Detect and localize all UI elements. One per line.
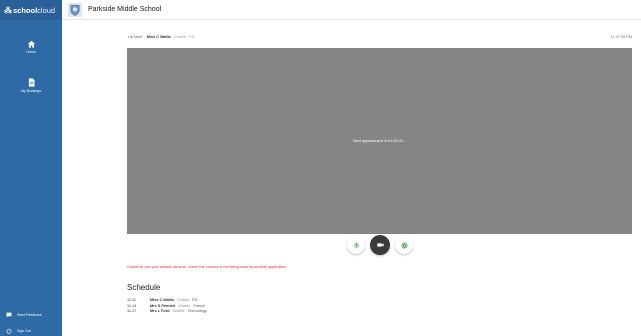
up-next-label: Up Next: <box>128 35 143 39</box>
schedule-subject: P.E. <box>192 298 199 302</box>
app-root: ⁂ school cloud Home My Bookings Send Feed… <box>0 0 641 336</box>
power-icon <box>6 328 12 334</box>
up-next-teacher: Miss C Wallis <box>146 35 171 39</box>
sign-out-label: Sign Out <box>17 329 31 333</box>
camera-icon <box>376 243 384 247</box>
meeting-info-bar: Up Next: Miss C Wallis Charlie P.E. 11:07:3… <box>128 35 632 43</box>
brand-logo[interactable]: ⁂ school cloud <box>0 0 62 20</box>
schedule-time: 11:17 <box>127 309 137 313</box>
schedule-row: 11:17 Mrs L Ford Charlie Technology <box>127 309 207 315</box>
brand-main: school <box>13 5 38 15</box>
call-controls <box>0 235 641 256</box>
settings-button[interactable] <box>395 236 413 254</box>
schedule-heading: Schedule <box>127 283 161 292</box>
sidebar-item-bookings[interactable]: My Bookings <box>0 78 62 93</box>
top-header: Parkside Middle School <box>62 0 641 20</box>
document-icon <box>28 78 34 87</box>
sidebar-item-label: My Bookings <box>20 89 42 93</box>
sidebar-item-home[interactable]: Home <box>0 40 62 54</box>
up-next-role: Charlie <box>173 35 186 39</box>
microphone-button[interactable] <box>347 236 365 254</box>
schedule-role: Charlie <box>177 298 190 302</box>
sign-out-button[interactable]: Sign Out <box>0 328 62 334</box>
gear-icon <box>400 241 408 249</box>
schedule-teacher: Mrs L Ford <box>150 309 170 313</box>
home-icon <box>27 40 35 48</box>
schedule-role: Charlie <box>178 303 191 308</box>
schedule-list: 11:11 Miss C Wallis Charlie P.E. 11:14 Mrs S… <box>127 298 207 315</box>
school-name: Parkside Middle School <box>88 6 162 13</box>
schedule-role: Charlie <box>172 309 185 313</box>
schedule-subject: Technology <box>187 309 207 313</box>
feedback-icon <box>6 312 12 318</box>
camera-button[interactable] <box>370 235 390 255</box>
brand-sub: cloud <box>37 5 56 15</box>
schedule-teacher: Miss C Wallis <box>150 298 175 302</box>
send-feedback-button[interactable]: Send Feedback <box>0 312 62 318</box>
schedule-subject: French <box>193 303 206 308</box>
camera-error-message: Unable to use your default camera - chec… <box>127 265 287 269</box>
schedule-teacher: Mrs S Penrich <box>150 303 176 308</box>
clock: 11:07:35 PM <box>610 35 632 39</box>
brand-glyph-icon: ⁂ <box>4 5 12 15</box>
microphone-icon <box>353 242 359 248</box>
up-next-subject: P.E. <box>188 35 196 39</box>
sidebar-item-label: Home <box>26 50 36 54</box>
sidebar: ⁂ school cloud Home My Bookings Send Feed… <box>0 0 62 336</box>
video-status-message: Next appointment in 01:30:00... <box>353 139 406 143</box>
send-feedback-label: Send Feedback <box>17 313 42 317</box>
school-crest-icon <box>68 2 82 17</box>
video-area: Next appointment in 01:30:00... <box>127 48 632 234</box>
